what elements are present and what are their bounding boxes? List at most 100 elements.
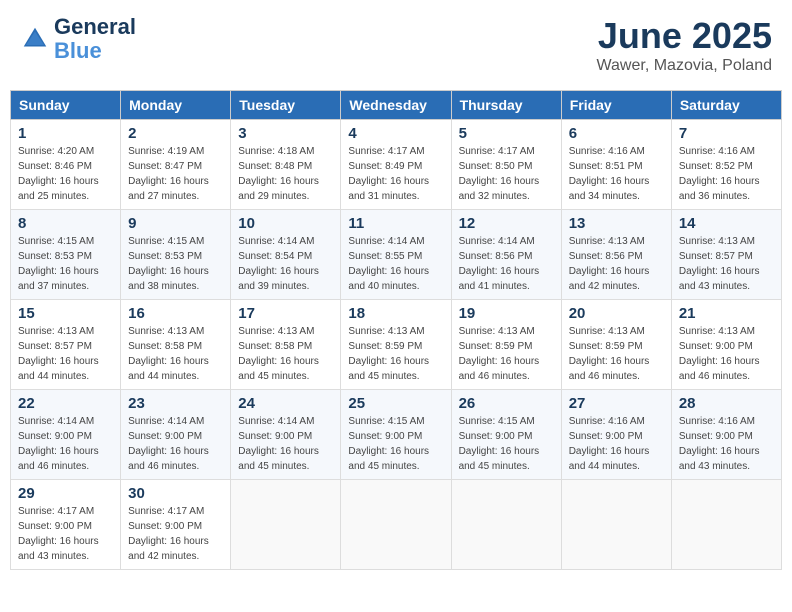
day-number: 7 (679, 125, 774, 142)
calendar-cell (451, 480, 561, 570)
day-info: Sunrise: 4:15 AM Sunset: 8:53 PM Dayligh… (18, 234, 113, 294)
day-number: 29 (18, 485, 113, 502)
calendar-cell (231, 480, 341, 570)
day-info: Sunrise: 4:14 AM Sunset: 9:00 PM Dayligh… (128, 414, 223, 474)
location-subtitle: Wawer, Mazovia, Poland (597, 57, 772, 75)
day-number: 12 (459, 215, 554, 232)
calendar-cell: 13 Sunrise: 4:13 AM Sunset: 8:56 PM Dayl… (561, 210, 671, 300)
calendar-cell: 9 Sunrise: 4:15 AM Sunset: 8:53 PM Dayli… (121, 210, 231, 300)
day-number: 14 (679, 215, 774, 232)
calendar-table: Sunday Monday Tuesday Wednesday Thursday… (10, 90, 782, 570)
day-info: Sunrise: 4:13 AM Sunset: 9:00 PM Dayligh… (679, 324, 774, 384)
day-number: 30 (128, 485, 223, 502)
calendar-cell: 26 Sunrise: 4:15 AM Sunset: 9:00 PM Dayl… (451, 390, 561, 480)
day-number: 13 (569, 215, 664, 232)
day-info: Sunrise: 4:13 AM Sunset: 8:56 PM Dayligh… (569, 234, 664, 294)
day-info: Sunrise: 4:17 AM Sunset: 8:49 PM Dayligh… (348, 144, 443, 204)
calendar-week-row: 22 Sunrise: 4:14 AM Sunset: 9:00 PM Dayl… (11, 390, 782, 480)
calendar-cell (341, 480, 451, 570)
day-info: Sunrise: 4:13 AM Sunset: 8:58 PM Dayligh… (238, 324, 333, 384)
day-info: Sunrise: 4:13 AM Sunset: 8:57 PM Dayligh… (18, 324, 113, 384)
calendar-cell: 20 Sunrise: 4:13 AM Sunset: 8:59 PM Dayl… (561, 300, 671, 390)
day-number: 28 (679, 395, 774, 412)
day-info: Sunrise: 4:17 AM Sunset: 9:00 PM Dayligh… (18, 504, 113, 564)
day-number: 23 (128, 395, 223, 412)
day-info: Sunrise: 4:15 AM Sunset: 8:53 PM Dayligh… (128, 234, 223, 294)
day-info: Sunrise: 4:14 AM Sunset: 8:56 PM Dayligh… (459, 234, 554, 294)
calendar-cell: 17 Sunrise: 4:13 AM Sunset: 8:58 PM Dayl… (231, 300, 341, 390)
day-number: 25 (348, 395, 443, 412)
calendar-week-row: 15 Sunrise: 4:13 AM Sunset: 8:57 PM Dayl… (11, 300, 782, 390)
day-info: Sunrise: 4:14 AM Sunset: 9:00 PM Dayligh… (18, 414, 113, 474)
calendar-cell: 23 Sunrise: 4:14 AM Sunset: 9:00 PM Dayl… (121, 390, 231, 480)
day-number: 5 (459, 125, 554, 142)
col-wednesday: Wednesday (341, 91, 451, 120)
logo-icon (20, 24, 50, 54)
day-number: 18 (348, 305, 443, 322)
calendar-header-row: Sunday Monday Tuesday Wednesday Thursday… (11, 91, 782, 120)
day-info: Sunrise: 4:20 AM Sunset: 8:46 PM Dayligh… (18, 144, 113, 204)
day-info: Sunrise: 4:19 AM Sunset: 8:47 PM Dayligh… (128, 144, 223, 204)
logo: General Blue (20, 15, 136, 63)
calendar-cell: 1 Sunrise: 4:20 AM Sunset: 8:46 PM Dayli… (11, 120, 121, 210)
day-number: 6 (569, 125, 664, 142)
col-sunday: Sunday (11, 91, 121, 120)
day-info: Sunrise: 4:16 AM Sunset: 9:00 PM Dayligh… (569, 414, 664, 474)
day-number: 20 (569, 305, 664, 322)
day-number: 17 (238, 305, 333, 322)
calendar-cell: 6 Sunrise: 4:16 AM Sunset: 8:51 PM Dayli… (561, 120, 671, 210)
calendar-cell: 24 Sunrise: 4:14 AM Sunset: 9:00 PM Dayl… (231, 390, 341, 480)
col-thursday: Thursday (451, 91, 561, 120)
day-number: 21 (679, 305, 774, 322)
calendar-cell: 7 Sunrise: 4:16 AM Sunset: 8:52 PM Dayli… (671, 120, 781, 210)
calendar-cell: 21 Sunrise: 4:13 AM Sunset: 9:00 PM Dayl… (671, 300, 781, 390)
day-number: 2 (128, 125, 223, 142)
calendar-cell: 15 Sunrise: 4:13 AM Sunset: 8:57 PM Dayl… (11, 300, 121, 390)
day-info: Sunrise: 4:13 AM Sunset: 8:58 PM Dayligh… (128, 324, 223, 384)
day-info: Sunrise: 4:18 AM Sunset: 8:48 PM Dayligh… (238, 144, 333, 204)
calendar-cell: 5 Sunrise: 4:17 AM Sunset: 8:50 PM Dayli… (451, 120, 561, 210)
calendar-cell: 30 Sunrise: 4:17 AM Sunset: 9:00 PM Dayl… (121, 480, 231, 570)
day-number: 19 (459, 305, 554, 322)
page-header: General Blue June 2025 Wawer, Mazovia, P… (10, 10, 782, 80)
day-number: 15 (18, 305, 113, 322)
calendar-cell: 18 Sunrise: 4:13 AM Sunset: 8:59 PM Dayl… (341, 300, 451, 390)
day-info: Sunrise: 4:13 AM Sunset: 8:57 PM Dayligh… (679, 234, 774, 294)
day-info: Sunrise: 4:14 AM Sunset: 8:54 PM Dayligh… (238, 234, 333, 294)
day-info: Sunrise: 4:16 AM Sunset: 9:00 PM Dayligh… (679, 414, 774, 474)
calendar-cell (671, 480, 781, 570)
day-info: Sunrise: 4:15 AM Sunset: 9:00 PM Dayligh… (348, 414, 443, 474)
day-info: Sunrise: 4:13 AM Sunset: 8:59 PM Dayligh… (569, 324, 664, 384)
day-info: Sunrise: 4:14 AM Sunset: 9:00 PM Dayligh… (238, 414, 333, 474)
calendar-cell: 2 Sunrise: 4:19 AM Sunset: 8:47 PM Dayli… (121, 120, 231, 210)
calendar-cell: 22 Sunrise: 4:14 AM Sunset: 9:00 PM Dayl… (11, 390, 121, 480)
day-number: 24 (238, 395, 333, 412)
day-info: Sunrise: 4:15 AM Sunset: 9:00 PM Dayligh… (459, 414, 554, 474)
day-number: 10 (238, 215, 333, 232)
day-info: Sunrise: 4:17 AM Sunset: 9:00 PM Dayligh… (128, 504, 223, 564)
calendar-week-row: 1 Sunrise: 4:20 AM Sunset: 8:46 PM Dayli… (11, 120, 782, 210)
day-number: 27 (569, 395, 664, 412)
day-info: Sunrise: 4:13 AM Sunset: 8:59 PM Dayligh… (348, 324, 443, 384)
day-number: 11 (348, 215, 443, 232)
day-number: 3 (238, 125, 333, 142)
calendar-cell: 14 Sunrise: 4:13 AM Sunset: 8:57 PM Dayl… (671, 210, 781, 300)
col-tuesday: Tuesday (231, 91, 341, 120)
calendar-cell: 11 Sunrise: 4:14 AM Sunset: 8:55 PM Dayl… (341, 210, 451, 300)
calendar-cell: 12 Sunrise: 4:14 AM Sunset: 8:56 PM Dayl… (451, 210, 561, 300)
col-friday: Friday (561, 91, 671, 120)
col-saturday: Saturday (671, 91, 781, 120)
day-number: 4 (348, 125, 443, 142)
calendar-cell: 4 Sunrise: 4:17 AM Sunset: 8:49 PM Dayli… (341, 120, 451, 210)
title-block: June 2025 Wawer, Mazovia, Poland (597, 15, 772, 75)
calendar-cell: 16 Sunrise: 4:13 AM Sunset: 8:58 PM Dayl… (121, 300, 231, 390)
calendar-cell: 10 Sunrise: 4:14 AM Sunset: 8:54 PM Dayl… (231, 210, 341, 300)
calendar-cell: 29 Sunrise: 4:17 AM Sunset: 9:00 PM Dayl… (11, 480, 121, 570)
calendar-week-row: 29 Sunrise: 4:17 AM Sunset: 9:00 PM Dayl… (11, 480, 782, 570)
day-info: Sunrise: 4:14 AM Sunset: 8:55 PM Dayligh… (348, 234, 443, 294)
calendar-cell: 28 Sunrise: 4:16 AM Sunset: 9:00 PM Dayl… (671, 390, 781, 480)
calendar-cell: 8 Sunrise: 4:15 AM Sunset: 8:53 PM Dayli… (11, 210, 121, 300)
day-number: 16 (128, 305, 223, 322)
day-info: Sunrise: 4:16 AM Sunset: 8:52 PM Dayligh… (679, 144, 774, 204)
calendar-cell: 19 Sunrise: 4:13 AM Sunset: 8:59 PM Dayl… (451, 300, 561, 390)
